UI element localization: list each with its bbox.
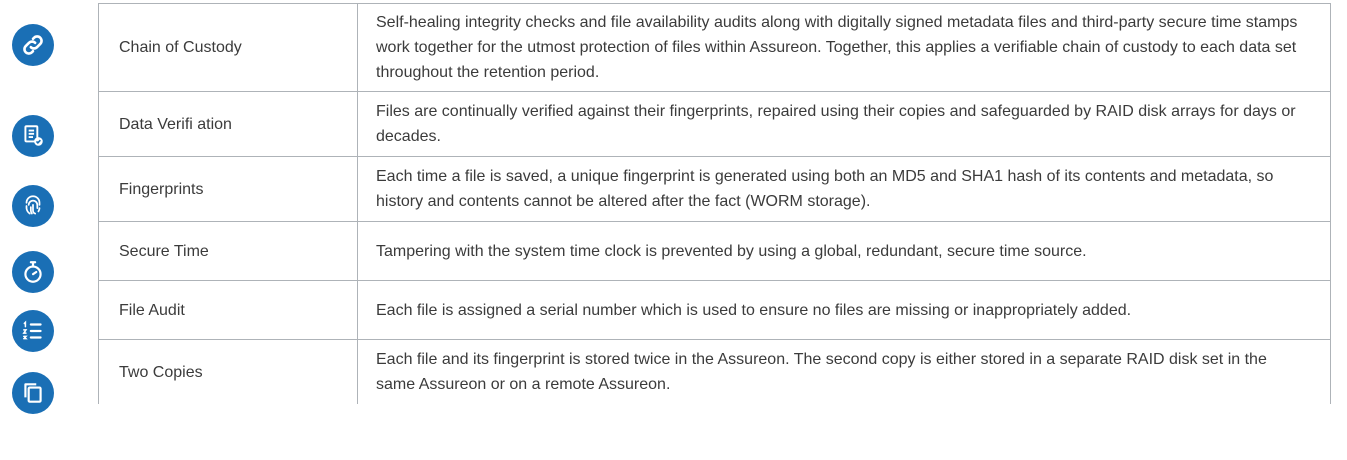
table-row: Data Verifi ation Files are continually … [98, 91, 1331, 157]
feature-description: Each file is assigned a serial number wh… [357, 280, 1331, 340]
feature-name: Chain of Custody [98, 3, 358, 92]
feature-name: Two Copies [98, 339, 358, 404]
feature-description: Files are continually verified against t… [357, 91, 1331, 157]
document-check-icon [12, 115, 54, 157]
features-table: Chain of Custody Self-healing integrity … [98, 3, 1331, 404]
feature-description: Self-healing integrity checks and file a… [357, 3, 1331, 92]
numbered-list-icon [12, 310, 54, 352]
stopwatch-icon [12, 251, 54, 293]
feature-name: Secure Time [98, 221, 358, 281]
feature-name: Data Verifi ation [98, 91, 358, 157]
table-row: Fingerprints Each time a file is saved, … [98, 156, 1331, 222]
table-row: Two Copies Each file and its fingerprint… [98, 339, 1331, 404]
fingerprint-icon [12, 185, 54, 227]
table-row: Secure Time Tampering with the system ti… [98, 221, 1331, 281]
table-row: Chain of Custody Self-healing integrity … [98, 3, 1331, 92]
feature-description: Each time a file is saved, a unique fing… [357, 156, 1331, 222]
icon-column [0, 0, 100, 460]
feature-name: Fingerprints [98, 156, 358, 222]
feature-description: Each file and its fingerprint is stored … [357, 339, 1331, 404]
feature-description: Tampering with the system time clock is … [357, 221, 1331, 281]
copy-icon [12, 372, 54, 414]
feature-name: File Audit [98, 280, 358, 340]
link-icon [12, 24, 54, 66]
table-row: File Audit Each file is assigned a seria… [98, 280, 1331, 340]
